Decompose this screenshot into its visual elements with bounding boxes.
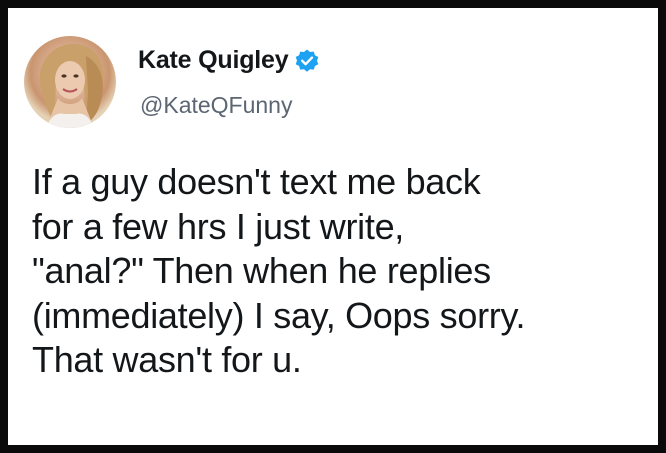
verified-badge-icon: [296, 49, 319, 72]
avatar[interactable]: [24, 36, 116, 128]
tweet-text: If a guy doesn't text me back for a few …: [32, 161, 526, 380]
tweet-card: Kate Quigley @KateQFunny If a guy doesn'…: [8, 8, 658, 445]
author-name-row: Kate Quigley: [138, 46, 320, 75]
author-handle[interactable]: @KateQFunny: [140, 92, 292, 119]
avatar-photo-icon: [39, 43, 104, 128]
author-name[interactable]: Kate Quigley: [138, 46, 289, 75]
